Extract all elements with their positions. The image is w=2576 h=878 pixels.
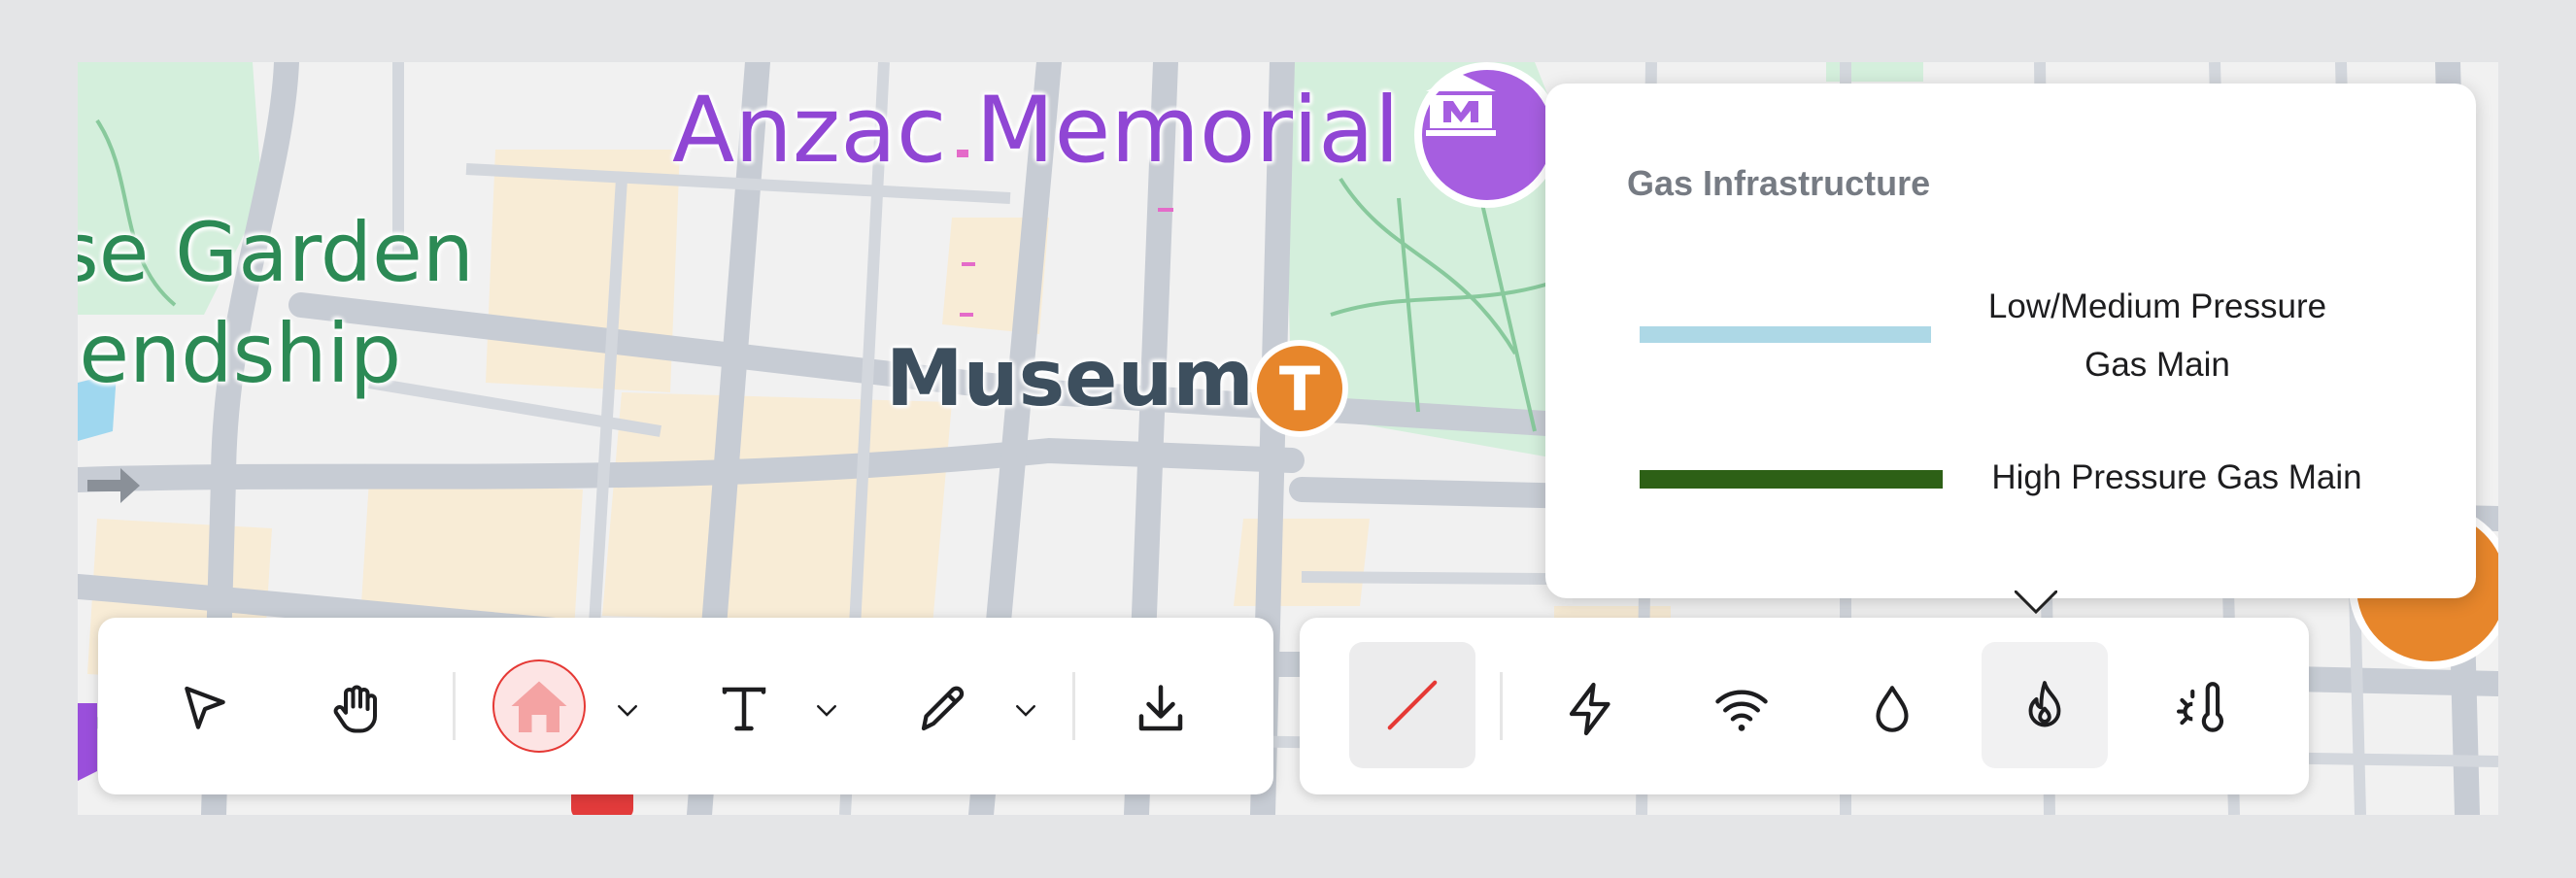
- select-tool-button[interactable]: [166, 670, 244, 748]
- download-icon: [1138, 685, 1183, 731]
- lightning-icon: [1569, 682, 1610, 736]
- pan-tool-button[interactable]: [317, 670, 394, 748]
- museum-landmark-icon[interactable]: [1414, 62, 1560, 208]
- legend-swatch-dark-green: [1640, 470, 1943, 489]
- train-station-icon[interactable]: T: [1251, 340, 1348, 437]
- layers-toolbar: [1300, 618, 2309, 794]
- water-drop-icon: [1876, 686, 1909, 732]
- wifi-layer-button[interactable]: [1703, 670, 1780, 748]
- text-icon: [722, 687, 766, 731]
- gas-layer-button[interactable]: [1982, 642, 2108, 768]
- toolbar-divider: [1072, 672, 1075, 740]
- legend-label-line1: Low/Medium Pressure: [1987, 287, 2327, 325]
- marker-tool-button[interactable]: [492, 659, 586, 753]
- map-label-museum: Museum: [886, 333, 1254, 423]
- flame-icon: [2028, 681, 2061, 727]
- text-options-dropdown[interactable]: [802, 686, 851, 734]
- train-station-letter: T: [1278, 353, 1321, 424]
- legend-panel: Gas Infrastructure Low/Medium Pressure G…: [1545, 84, 2476, 598]
- diagonal-line-icon: [1387, 680, 1438, 730]
- legend-pointer-caret: [2015, 591, 2057, 614]
- drawing-toolbar: [98, 618, 1273, 794]
- hand-icon: [333, 685, 377, 733]
- toolbar-divider: [453, 672, 456, 740]
- pen-tool-button[interactable]: [904, 670, 982, 748]
- legend-label-line2: Gas Main: [2085, 346, 2230, 384]
- chevron-down-icon: [618, 705, 637, 717]
- legend-label-high-pressure: High Pressure Gas Main: [1991, 458, 2362, 496]
- wifi-icon: [1715, 690, 1768, 731]
- water-layer-button[interactable]: [1853, 670, 1931, 748]
- electricity-layer-button[interactable]: [1552, 670, 1630, 748]
- map-label-anzac-memorial: Anzac Memorial: [672, 78, 1400, 184]
- marker-options-dropdown[interactable]: [603, 686, 652, 734]
- text-tool-button[interactable]: [705, 670, 783, 748]
- temperature-layer-button[interactable]: [2161, 670, 2239, 748]
- legend-swatch-light-blue: [1640, 326, 1931, 343]
- pencil-icon: [921, 686, 965, 731]
- chevron-down-icon: [1016, 705, 1035, 717]
- thermometer-sun-icon: [2176, 682, 2223, 732]
- map-label-garden-line2: iendship: [78, 306, 402, 401]
- chevron-down-icon: [817, 705, 836, 717]
- toolbar-divider: [1500, 672, 1503, 740]
- house-icon: [511, 681, 567, 732]
- line-layer-button[interactable]: [1349, 642, 1475, 768]
- cursor-arrow-icon: [185, 686, 225, 729]
- building-icon: [1426, 74, 1496, 136]
- map-label-garden-line1: se Garden: [78, 205, 475, 300]
- download-button[interactable]: [1122, 670, 1200, 748]
- pen-options-dropdown[interactable]: [1001, 686, 1050, 734]
- legend-title: Gas Infrastructure: [1627, 163, 1931, 203]
